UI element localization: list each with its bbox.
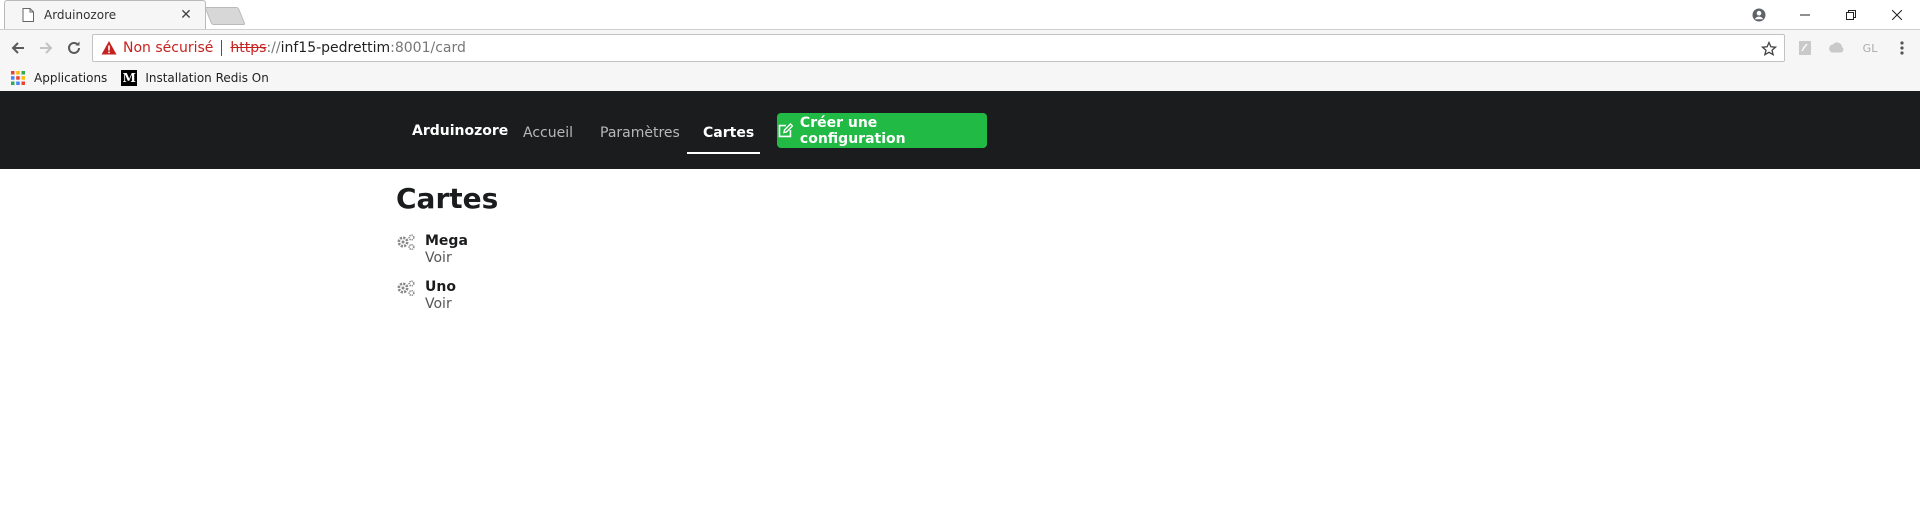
bookmark-label: Applications	[34, 71, 108, 85]
create-button-label: Créer une configuration	[799, 114, 906, 147]
gl-extension-icon[interactable]: GL	[1860, 38, 1880, 58]
list-item: Mega Voir	[396, 233, 468, 267]
url-host: inf15-pedrettim	[280, 40, 391, 56]
address-bar[interactable]: Non sécurisé https://inf15-pedrettim:800…	[92, 34, 1785, 62]
cogs-icon	[397, 234, 415, 251]
new-tab-button[interactable]	[204, 7, 246, 25]
create-configuration-button[interactable]: Créer une configuration	[777, 113, 987, 148]
url-text: https://inf15-pedrettim:8001/card	[230, 40, 465, 56]
url-separator: ://	[266, 40, 281, 56]
edit-icon	[778, 122, 793, 137]
medium-logo-icon: M	[121, 70, 138, 86]
reload-icon[interactable]	[60, 34, 88, 62]
page-title: Cartes	[396, 182, 499, 215]
cogs-icon	[397, 280, 415, 297]
nav-item-parametres[interactable]: Paramètres	[600, 125, 680, 141]
card-name: Uno	[425, 279, 456, 295]
bookmarks-bar: Applications M Installation Redis On	[0, 65, 1920, 91]
back-arrow-icon[interactable]	[4, 34, 32, 62]
brand-link[interactable]: Arduinozore	[412, 123, 508, 139]
bookmark-applications[interactable]: Applications	[10, 70, 107, 86]
security-separator	[221, 40, 223, 56]
card-name: Mega	[425, 233, 468, 249]
card-view-link[interactable]: Voir	[425, 250, 468, 267]
site-navbar: Arduinozore Accueil Paramètres Cartes Cr…	[0, 91, 1920, 169]
tab-strip: Arduinozore ✕	[0, 0, 1920, 29]
pdf-extension-icon[interactable]	[1795, 38, 1815, 58]
bookmark-label: Installation Redis On	[145, 71, 269, 85]
bookmark-star-icon[interactable]	[1760, 40, 1778, 58]
card-text: Mega Voir	[425, 233, 468, 267]
browser-tab-content: Arduinozore ✕	[10, 0, 200, 29]
card-view-link[interactable]: Voir	[425, 296, 456, 313]
window-controls	[1736, 0, 1920, 29]
forward-arrow-icon[interactable]	[32, 34, 60, 62]
drive-extension-icon[interactable]	[1826, 38, 1846, 58]
card-text: Uno Voir	[425, 279, 456, 313]
apps-grid-icon	[10, 70, 26, 86]
bookmark-redis[interactable]: M Installation Redis On	[121, 70, 269, 86]
nav-item-cartes[interactable]: Cartes	[703, 125, 754, 141]
nav-item-accueil[interactable]: Accueil	[523, 125, 573, 141]
minimize-icon[interactable]	[1782, 0, 1828, 29]
page-icon	[20, 7, 36, 23]
not-secure-label: Non sécurisé	[123, 40, 214, 56]
list-item: Uno Voir	[396, 279, 456, 313]
close-window-icon[interactable]	[1874, 0, 1920, 29]
profile-icon[interactable]	[1736, 0, 1782, 29]
warning-icon	[101, 41, 117, 55]
url-path: :8001/card	[390, 40, 466, 56]
active-tab-indicator	[687, 152, 760, 154]
url-scheme: https	[230, 40, 267, 56]
menu-icon[interactable]	[1892, 38, 1912, 58]
tab-title: Arduinozore	[44, 7, 117, 22]
browser-toolbar: Non sécurisé https://inf15-pedrettim:800…	[0, 29, 1920, 65]
restore-icon[interactable]	[1828, 0, 1874, 29]
close-tab-icon[interactable]: ✕	[178, 7, 194, 23]
